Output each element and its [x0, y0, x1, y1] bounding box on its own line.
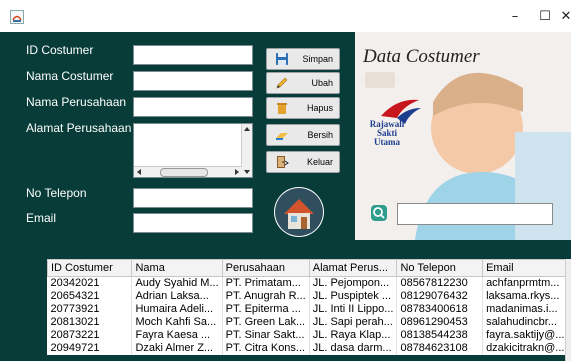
email-label: Email: [26, 211, 57, 225]
logo-text-3: Utama: [374, 137, 400, 147]
table-cell: JL. Puspiptek ...: [309, 290, 398, 303]
no-telepon-field[interactable]: [133, 188, 253, 208]
hapus-label: Hapus: [306, 103, 333, 113]
table-vertical-scrollbar[interactable]: [565, 259, 571, 361]
company-logo: Rajawali Sakti Utama: [367, 96, 423, 156]
keluar-label: Keluar: [306, 157, 333, 167]
table-cell: Adrian Laksa...: [131, 290, 223, 303]
table-row[interactable]: 20773921 Humaira Adeli... PT. Epiterma ...…: [47, 303, 571, 316]
exit-door-icon: [277, 156, 289, 168]
table-header-row: ID Costumer Nama Perusahaan Alamat Perus...…: [46, 259, 571, 277]
search-input[interactable]: [397, 203, 553, 225]
table-cell: madanimas.i...: [482, 303, 571, 316]
nama-costumer-field[interactable]: [133, 71, 253, 91]
bersih-label: Bersih: [307, 130, 333, 140]
table-cell: salahudincbr...: [482, 316, 571, 329]
table-cell: 08129076432: [396, 290, 484, 303]
table-cell: laksama.rkys...: [482, 290, 571, 303]
home-icon: [275, 188, 323, 236]
table-cell: PT. Green Lak...: [222, 316, 310, 329]
table-cell: Audy Syahid M...: [131, 276, 223, 290]
scroll-thumb[interactable]: [160, 168, 208, 177]
table-cell: PT. Primatam...: [222, 276, 310, 290]
id-costumer-field[interactable]: [133, 45, 253, 65]
id-costumer-label: ID Costumer: [26, 43, 94, 57]
table-row[interactable]: 20949721 Dzaki Almer Z... PT. Citra Kons..…: [47, 342, 571, 355]
eraser-icon: [276, 133, 288, 140]
title-bar: – ☐ ✕: [0, 0, 571, 32]
alamat-perusahaan-textarea[interactable]: [133, 123, 253, 178]
table-panel: ID Costumer Nama Perusahaan Alamat Perus...…: [0, 240, 571, 361]
table-cell: 20813021: [47, 316, 133, 329]
trash-icon: [277, 103, 287, 114]
email-field[interactable]: [133, 213, 253, 233]
home-button[interactable]: [274, 187, 324, 237]
table-cell: 20873221: [47, 329, 133, 342]
table-row[interactable]: 20873221 Fayra Kaesa ... PT. Sinar Sakt...…: [47, 329, 571, 342]
table-cell: 20342021: [47, 276, 133, 290]
table-cell: dzakicitrakn@...: [482, 342, 571, 355]
bersih-button[interactable]: Bersih: [266, 124, 340, 146]
keluar-button[interactable]: Keluar: [266, 151, 340, 173]
close-button[interactable]: ✕: [556, 6, 571, 28]
table-cell: 20949721: [47, 342, 133, 355]
table-cell: JL. Inti II Lippo...: [309, 303, 398, 316]
table-cell: 08784623108: [396, 342, 484, 355]
table-row[interactable]: 20654321 Adrian Laksa... PT. Anugrah R... J…: [47, 290, 571, 303]
table-cell: Moch Kahfi Sa...: [131, 316, 223, 329]
column-header[interactable]: Email: [482, 259, 571, 277]
column-header[interactable]: Perusahaan: [221, 259, 310, 277]
table-cell: JL. Sapi perah...: [309, 316, 398, 329]
ubah-button[interactable]: Ubah: [266, 72, 340, 94]
edit-pencil-icon: [276, 77, 288, 89]
table-cell: fayra.saktijy@...: [482, 329, 571, 342]
column-header[interactable]: No Telepon: [396, 259, 484, 277]
column-header[interactable]: Alamat Perus...: [308, 259, 398, 277]
table-cell: PT. Anugrah R...: [222, 290, 310, 303]
table-cell: 08138544238: [396, 329, 484, 342]
column-header[interactable]: Nama: [131, 259, 223, 277]
table-cell: 20654321: [47, 290, 133, 303]
table-cell: 08961290453: [396, 316, 484, 329]
java-app-icon: [10, 10, 24, 24]
brand-title: Data Costumer: [363, 46, 480, 67]
table-cell: PT. Epiterma ...: [222, 303, 310, 316]
minimize-button[interactable]: –: [500, 6, 530, 28]
simpan-button[interactable]: Simpan: [266, 48, 340, 70]
search-button[interactable]: [371, 205, 387, 221]
hapus-button[interactable]: Hapus: [266, 97, 340, 119]
ubah-label: Ubah: [311, 78, 333, 88]
table-cell: 08783400618: [396, 303, 484, 316]
alamat-vertical-scrollbar[interactable]: [241, 124, 252, 177]
table-cell: JL. Pejompon...: [309, 276, 398, 290]
table-cell: 08567812230: [396, 276, 484, 290]
table-cell: Dzaki Almer Z...: [131, 342, 223, 355]
nama-costumer-label: Nama Costumer: [26, 69, 114, 83]
search-icon: [373, 207, 385, 219]
simpan-label: Simpan: [302, 54, 333, 64]
table-row[interactable]: 20813021 Moch Kahfi Sa... PT. Green Lak...…: [47, 316, 571, 329]
costumer-table: ID Costumer Nama Perusahaan Alamat Perus...…: [46, 259, 571, 355]
alamat-perusahaan-label: Alamat Perusahaan: [26, 121, 132, 135]
no-telepon-label: No Telepon: [26, 186, 87, 200]
table-cell: PT. Sinar Sakt...: [222, 329, 310, 342]
save-icon: [276, 53, 288, 65]
table-cell: achfanprmtm...: [482, 276, 571, 290]
table-cell: 20773921: [47, 303, 133, 316]
column-header[interactable]: ID Costumer: [46, 259, 133, 277]
table-cell: Humaira Adeli...: [131, 303, 223, 316]
nama-perusahaan-field[interactable]: [133, 97, 253, 117]
table-cell: Fayra Kaesa ...: [131, 329, 223, 342]
alamat-horizontal-scrollbar[interactable]: [134, 166, 242, 177]
table-cell: JL. Raya Klap...: [309, 329, 398, 342]
table-cell: PT. Citra Kons...: [222, 342, 310, 355]
nama-perusahaan-label: Nama Perusahaan: [26, 95, 127, 109]
table-cell: JL. dasa darm...: [309, 342, 398, 355]
scroll-arrows-icon: [244, 127, 250, 174]
table-row[interactable]: 20342021 Audy Syahid M... PT. Primatam... J…: [47, 276, 571, 290]
